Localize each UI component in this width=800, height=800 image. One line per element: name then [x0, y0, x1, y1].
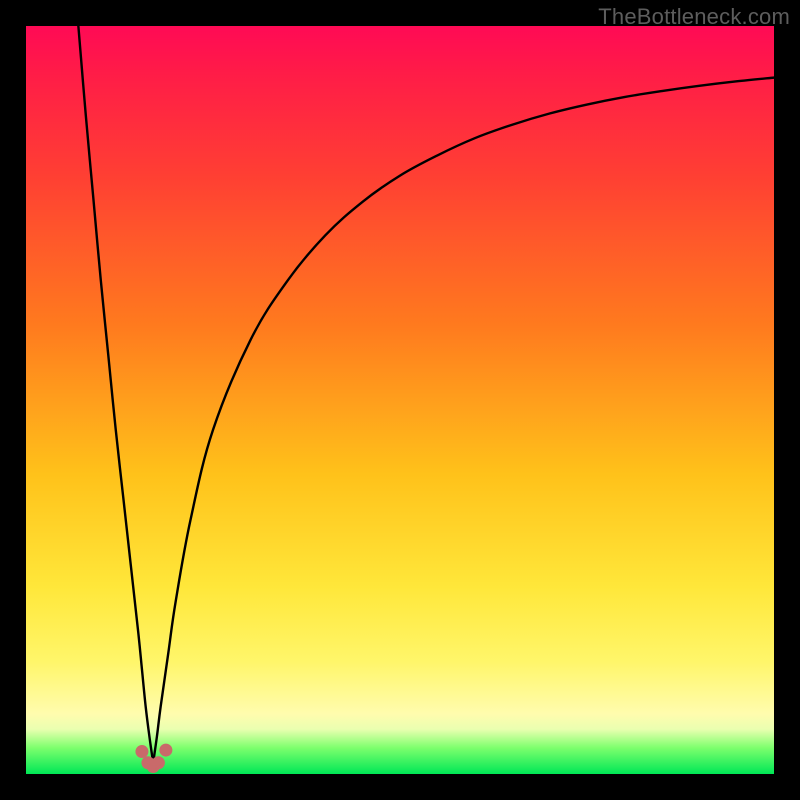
- watermark-text: TheBottleneck.com: [598, 4, 790, 30]
- curve-layer: [26, 26, 774, 774]
- plot-area: [26, 26, 774, 774]
- notch-marker: [135, 745, 148, 758]
- curve-left_branch: [78, 26, 153, 763]
- curve-right_branch: [153, 78, 774, 763]
- chart-frame: TheBottleneck.com: [0, 0, 800, 800]
- notch-marker: [159, 744, 172, 757]
- notch-marker: [152, 756, 165, 769]
